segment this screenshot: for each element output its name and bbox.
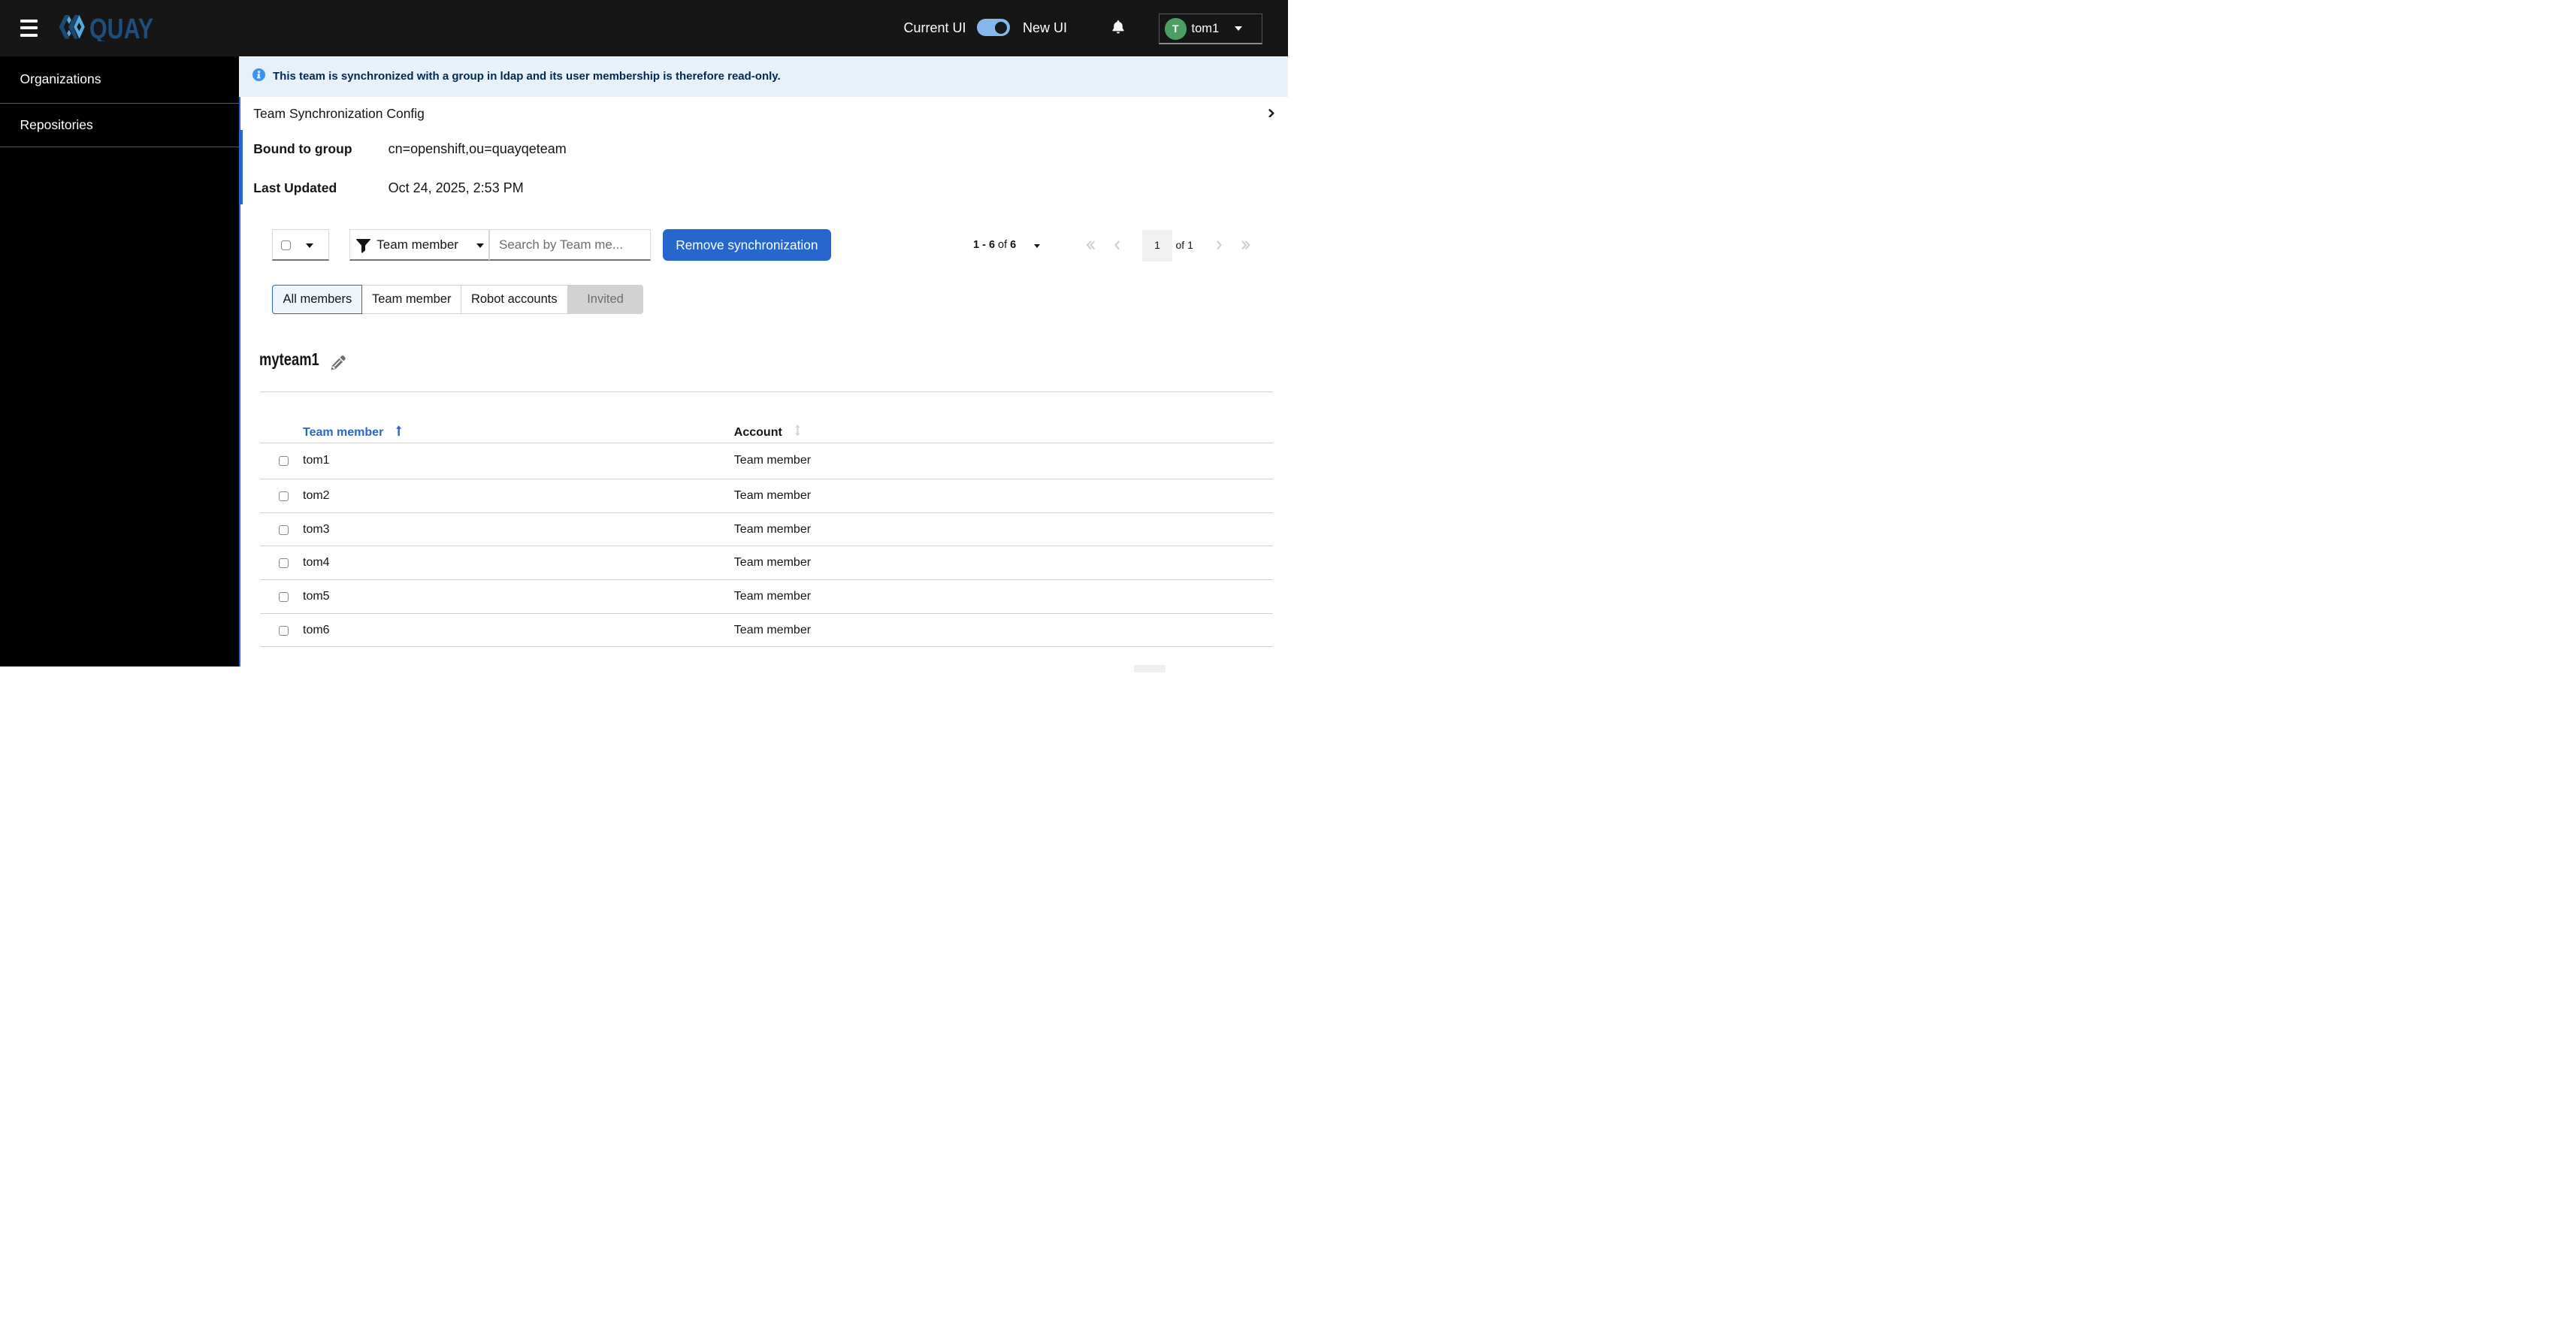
svg-text:QUAY: QUAY [89, 15, 153, 41]
